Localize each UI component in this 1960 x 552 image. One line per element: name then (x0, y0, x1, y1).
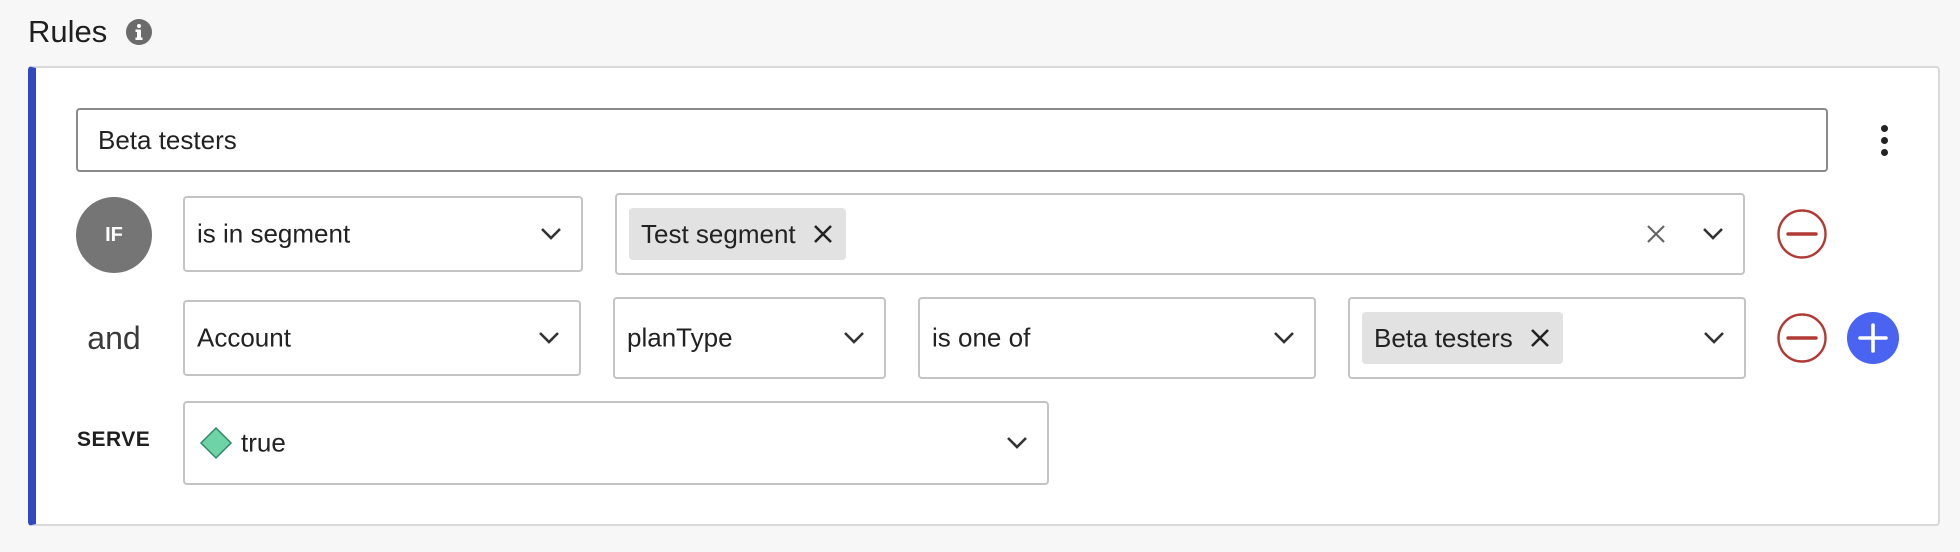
clause-operator-select[interactable]: is one of (918, 297, 1316, 379)
close-icon[interactable] (812, 223, 834, 245)
value-chip-label: Beta testers (1374, 322, 1513, 353)
chevron-down-icon (844, 332, 864, 344)
context-kind-value: Account (197, 322, 291, 353)
add-clause-button[interactable] (1847, 312, 1899, 364)
clear-icon[interactable] (1645, 223, 1667, 245)
chevron-down-icon (1703, 228, 1723, 240)
serve-variation-value: true (241, 427, 286, 458)
if-operator-value: is in segment (197, 218, 351, 249)
serve-variation-select[interactable]: true (183, 401, 1049, 485)
chevron-down-icon (1704, 332, 1724, 344)
attribute-select[interactable]: planType (613, 297, 886, 379)
segment-chip: Test segment (629, 208, 846, 260)
values-multiselect[interactable]: Beta testers (1348, 297, 1746, 379)
clause-operator-value: is one of (932, 322, 1031, 353)
rule-name-input[interactable] (76, 108, 1828, 172)
more-vertical-icon[interactable] (1868, 116, 1900, 164)
serve-label: SERVE (77, 428, 151, 451)
remove-clause-button[interactable] (1777, 209, 1827, 259)
chevron-down-icon (541, 228, 561, 240)
close-icon[interactable] (1529, 327, 1551, 349)
variation-diamond-icon (199, 426, 233, 460)
chevron-down-icon (1274, 332, 1294, 344)
segment-chip-label: Test segment (641, 218, 796, 249)
segment-multiselect[interactable]: Test segment (615, 193, 1745, 275)
info-icon[interactable] (124, 17, 154, 47)
remove-clause-button[interactable] (1777, 313, 1827, 363)
if-badge: IF (76, 197, 152, 273)
and-connector: and (87, 320, 141, 356)
chevron-down-icon (539, 332, 559, 344)
if-operator-select[interactable]: is in segment (183, 196, 583, 272)
chevron-down-icon (1007, 437, 1027, 449)
context-kind-select[interactable]: Account (183, 300, 581, 376)
value-chip: Beta testers (1362, 312, 1563, 364)
rules-heading: Rules (28, 14, 108, 49)
attribute-value: planType (627, 322, 733, 353)
